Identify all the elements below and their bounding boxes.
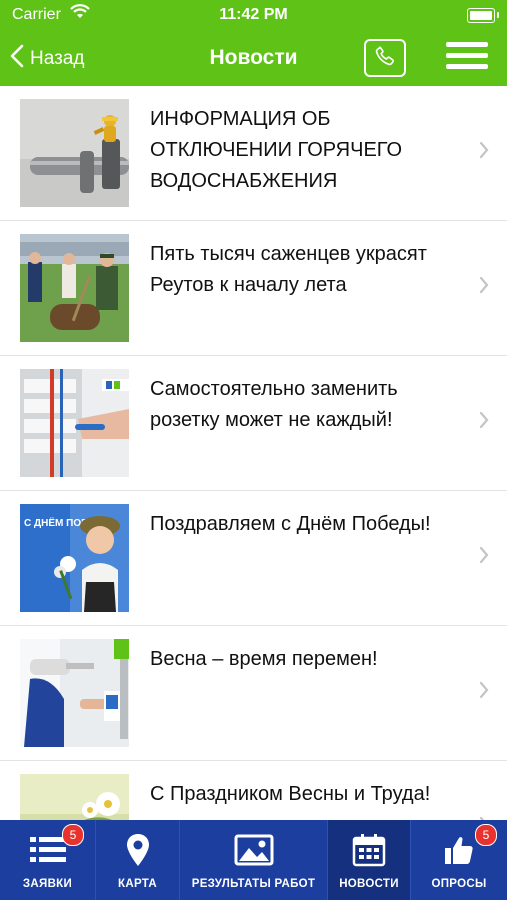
news-item[interactable]: С ДНЁМ ПОБЕДЫ! Поздравляем с Днём Победы… (0, 491, 507, 626)
news-item[interactable]: Самостоятельно заменить розетку может не… (0, 356, 507, 491)
tab-map[interactable]: КАРТА (96, 820, 180, 900)
map-pin-icon (125, 832, 151, 868)
image-icon (234, 832, 274, 868)
calendar-icon (352, 832, 386, 868)
hamburger-line (446, 64, 488, 69)
chevron-right-icon (479, 276, 489, 299)
news-list: ИНФОРМАЦИЯ ОБ ОТКЛЮЧЕНИИ ГОРЯЧЕГО ВОДОСН… (0, 86, 507, 820)
tab-label: ОПРОСЫ (431, 878, 487, 890)
tab-label: РЕЗУЛЬТАТЫ РАБОТ (191, 878, 316, 890)
news-thumbnail-victory-day: С ДНЁМ ПОБЕДЫ! (20, 504, 129, 612)
page-title: Новости (209, 46, 298, 69)
news-title: Пять тысяч саженцев украсят Реутов к нач… (150, 243, 427, 296)
tab-label: НОВОСТИ (339, 878, 399, 890)
chevron-right-icon (479, 546, 489, 569)
news-thumbnail-planting (20, 234, 129, 342)
news-thumbnail-electrical (20, 369, 129, 477)
thumbs-up-icon (443, 832, 475, 868)
news-thumbnail-pipe (20, 99, 129, 207)
news-item[interactable]: ИНФОРМАЦИЯ ОБ ОТКЛЮЧЕНИИ ГОРЯЧЕГО ВОДОСН… (0, 86, 507, 221)
tab-polls[interactable]: 5 ОПРОСЫ (411, 820, 507, 900)
tab-label: ЗАЯВКИ (22, 878, 73, 890)
news-title: ИНФОРМАЦИЯ ОБ ОТКЛЮЧЕНИИ ГОРЯЧЕГО ВОДОСН… (150, 108, 403, 192)
nav-bar: Назад Новости (0, 32, 507, 86)
tab-label: КАРТА (118, 878, 157, 890)
requests-badge: 5 (62, 824, 84, 846)
news-title: С Праздником Весны и Труда! (150, 783, 431, 805)
status-bar: Carrier 11:42 PM (0, 0, 507, 32)
tab-work-results[interactable]: РЕЗУЛЬТАТЫ РАБОТ (180, 820, 328, 900)
polls-badge: 5 (475, 824, 497, 846)
news-title: Самостоятельно заменить розетку может не… (150, 378, 398, 431)
chevron-right-icon (479, 681, 489, 704)
tab-bar: 5 ЗАЯВКИ КАРТА РЕЗУЛЬТАТЫ РАБОТ НОВОСТИ … (0, 820, 507, 900)
status-time: 11:42 PM (219, 6, 288, 23)
tab-requests[interactable]: 5 ЗАЯВКИ (0, 820, 96, 900)
chevron-right-icon (479, 411, 489, 434)
phone-icon (374, 45, 396, 72)
news-title: Поздравляем с Днём Победы! (150, 513, 431, 535)
menu-button[interactable] (446, 42, 488, 74)
news-thumbnail-painting (20, 639, 129, 747)
chevron-right-icon (479, 141, 489, 164)
news-item[interactable]: Пять тысяч саженцев украсят Реутов к нач… (0, 221, 507, 356)
hamburger-line (446, 53, 488, 58)
news-title: Весна – время перемен! (150, 648, 378, 670)
battery-icon (467, 8, 499, 23)
news-item[interactable]: С Праздником Весны и Труда! (0, 761, 507, 820)
tab-news[interactable]: НОВОСТИ (328, 820, 411, 900)
hamburger-line (446, 42, 488, 47)
news-item[interactable]: Весна – время перемен! (0, 626, 507, 761)
call-button[interactable] (364, 39, 406, 77)
news-thumbnail-flowers (20, 774, 129, 820)
